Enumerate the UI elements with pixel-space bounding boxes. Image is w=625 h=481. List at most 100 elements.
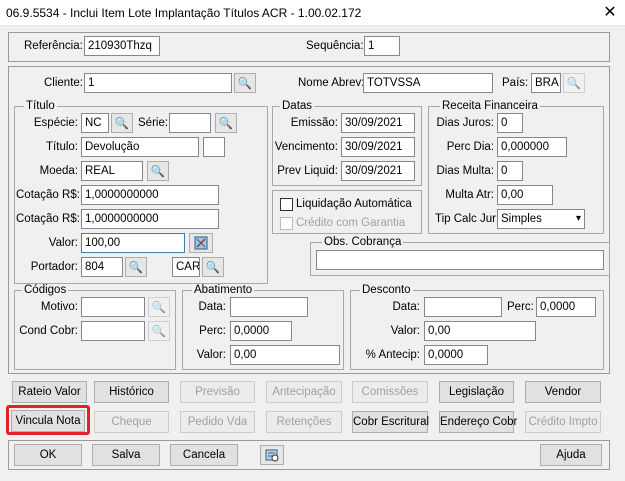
titulo-group-label: Título [24,100,57,112]
ajuda-button[interactable]: Ajuda [540,444,602,466]
abatimento-data-label: Data: [198,301,227,313]
vendor-button[interactable]: Vendor [525,381,601,403]
moeda-field[interactable]: REAL [81,161,143,181]
serie-search-button[interactable]: 🔍 [215,113,237,133]
chevron-down-icon: ▾ [575,213,581,224]
carteira-field[interactable]: CAR [172,257,200,277]
desconto-data-field[interactable] [424,297,502,317]
abatimento-perc-label: Perc: [199,325,226,337]
search-icon: 🔍 [128,262,144,274]
obs-group-label: Obs. Cobrança [322,236,404,248]
motivo-label: Motivo: [40,301,78,313]
portador-label: Portador: [30,261,78,273]
desconto-group-label: Desconto [360,284,413,296]
pedido-vda-button[interactable]: Pedido Vda [180,411,255,433]
receita-group-label: Receita Financeira [440,100,540,112]
multa-atr-field[interactable]: 0,00 [497,185,553,205]
cancela-button[interactable]: Cancela [170,444,238,466]
cliente-search-button[interactable]: 🔍 [234,73,256,93]
vencimento-field[interactable]: 30/09/2021 [341,137,415,157]
previsao-button[interactable]: Previsão [180,381,255,403]
cond-cobr-field[interactable] [81,321,145,341]
cotacao1-field[interactable]: 1,0000000000 [81,185,219,205]
dias-juros-field[interactable]: 0 [497,113,523,133]
credito-garantia-checkbox[interactable] [280,217,293,230]
moeda-label: Moeda: [39,165,78,177]
valor-field[interactable]: 100,00 [81,233,185,253]
perc-dia-field[interactable]: 0,000000 [497,137,567,157]
cond-cobr-search-button[interactable]: 🔍 [148,321,170,341]
cotacao2-field[interactable]: 1,0000000000 [81,209,219,229]
cobr-escritural-button[interactable]: Cobr Escritural [352,411,429,433]
carteira-search-button[interactable]: 🔍 [202,257,224,277]
antecipacao-button[interactable]: Antecipação [266,381,342,403]
search-icon: 🔍 [237,78,253,90]
cheque-button[interactable]: Cheque [94,411,169,433]
calculator-icon [194,236,208,250]
search-icon: 🔍 [151,326,167,338]
serie-field[interactable] [169,113,211,133]
desconto-perc-label: Perc: [507,301,534,313]
retencoes-button[interactable]: Retenções [266,411,342,433]
rateio-valor-button[interactable]: Rateio Valor [12,381,87,403]
moeda-search-button[interactable]: 🔍 [147,161,169,181]
prev-liquid-field[interactable]: 30/09/2021 [341,161,415,181]
nome-abrev-field[interactable]: TOTVSSA [363,73,493,93]
desconto-data-label: Data: [392,301,421,313]
query-icon [265,449,279,462]
vincula-nota-button[interactable]: Vincula Nota [11,410,85,432]
calculator-button[interactable] [189,233,213,253]
abatimento-valor-field[interactable]: 0,00 [230,345,340,365]
antecip-label: % Antecip: [365,349,420,361]
pais-search-button[interactable]: 🔍 [563,73,585,93]
cotacao1-label: Cotação R$: [16,189,80,201]
salva-button[interactable]: Salva [92,444,160,466]
referencia-field[interactable]: 210930Thzq [84,36,160,56]
comissoes-button[interactable]: Comissões [352,381,428,403]
datas-group-label: Datas [280,100,315,112]
obs-cobranca-field[interactable] [316,250,604,270]
cotacao2-label: Cotação R$: [16,213,80,225]
desconto-perc-field[interactable]: 0,0000 [536,297,596,317]
especie-field[interactable]: NC [81,113,109,133]
pais-field[interactable]: BRA [531,73,561,93]
abatimento-group-label: Abatimento [192,284,255,296]
close-icon[interactable]: ✕ [598,2,622,24]
abatimento-data-field[interactable] [230,297,308,317]
especie-search-button[interactable]: 🔍 [111,113,133,133]
historico-button[interactable]: Histórico [94,381,169,403]
portador-search-button[interactable]: 🔍 [125,257,147,277]
ok-button[interactable]: OK [14,444,82,466]
antecip-field[interactable]: 0,0000 [424,345,488,365]
parcela-field[interactable] [203,137,225,157]
portador-field[interactable]: 804 [81,257,123,277]
legislacao-button[interactable]: Legislação [439,381,514,403]
desconto-valor-label: Valor: [390,325,420,337]
referencia-label: Referência: [24,40,83,52]
cond-cobr-label: Cond Cobr: [19,325,78,337]
query-button[interactable] [260,445,284,465]
dias-multa-field[interactable]: 0 [497,161,523,181]
credito-impto-button[interactable]: Crédito Impto [525,411,601,433]
sequencia-label: Sequência: [306,40,364,52]
tip-calc-select[interactable]: Simples ▾ [497,209,585,229]
abatimento-valor-label: Valor: [196,349,226,361]
dias-juros-label: Dias Juros: [436,117,494,129]
emissao-label: Emissão: [290,117,338,129]
titulo-field[interactable]: Devolução [81,137,199,157]
especie-label: Espécie: [33,117,78,129]
cliente-field[interactable]: 1 [84,73,232,93]
title-bar: 06.9.5534 - Inclui Item Lote Implantação… [0,0,625,26]
endereco-cobr-button[interactable]: Endereço Cobr [439,411,517,433]
abatimento-perc-field[interactable]: 0,0000 [230,321,292,341]
motivo-field[interactable] [81,297,145,317]
search-icon: 🔍 [114,118,130,130]
motivo-search-button[interactable]: 🔍 [148,297,170,317]
titulo-label: Título: [46,141,78,153]
sequencia-field[interactable]: 1 [364,36,400,56]
emissao-field[interactable]: 30/09/2021 [341,113,415,133]
desconto-valor-field[interactable]: 0,00 [424,321,536,341]
search-icon: 🔍 [205,262,221,274]
liquidacao-automatica-checkbox[interactable] [280,198,293,211]
search-icon: 🔍 [218,118,234,130]
